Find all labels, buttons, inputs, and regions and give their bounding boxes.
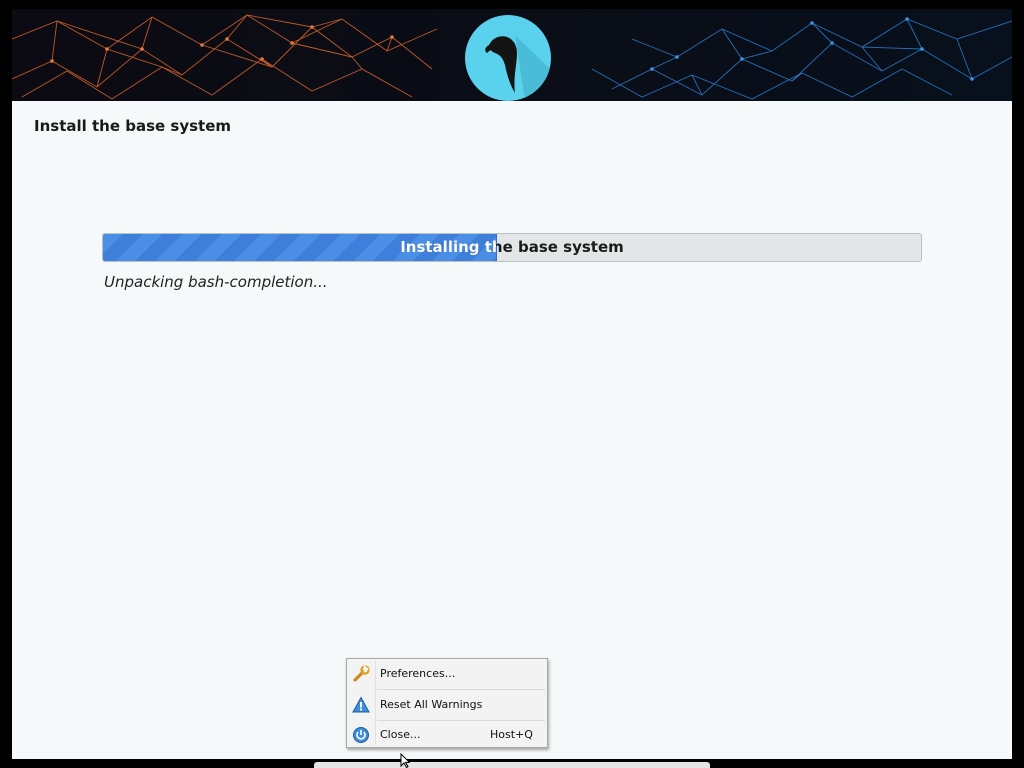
progress-label-highlight: Installing the base system xyxy=(400,238,496,256)
wrench-icon xyxy=(352,665,370,683)
menu-item-preferences[interactable]: Preferences... xyxy=(347,660,547,688)
header-banner xyxy=(12,9,1012,101)
menu-item-reset-warnings[interactable]: Reset All Warnings xyxy=(347,691,547,719)
menu-item-shortcut: Host+Q xyxy=(490,728,533,741)
menu-item-label: Close... xyxy=(380,728,421,741)
context-menu: Preferences... Reset All Warnings Close.… xyxy=(346,658,548,748)
progress-label-overlay: Installing the base system xyxy=(103,234,496,261)
menu-item-label: Reset All Warnings xyxy=(380,698,483,711)
menu-item-label: Preferences... xyxy=(380,667,456,680)
parrot-logo-icon xyxy=(465,15,551,101)
installer-window: Install the base system Installing the b… xyxy=(12,9,1012,759)
menu-item-close[interactable]: Close... Host+Q xyxy=(347,721,547,749)
status-message: Unpacking bash-completion... xyxy=(104,273,328,291)
menu-separator xyxy=(377,689,545,690)
power-icon xyxy=(352,726,370,744)
install-progress-bar: Installing the base system Installing th… xyxy=(102,233,922,262)
mouse-pointer-icon xyxy=(400,753,410,768)
warning-icon xyxy=(352,696,370,714)
vm-status-bar xyxy=(314,762,710,768)
vm-screen: Install the base system Installing the b… xyxy=(0,0,1024,768)
page-title: Install the base system xyxy=(34,117,232,135)
